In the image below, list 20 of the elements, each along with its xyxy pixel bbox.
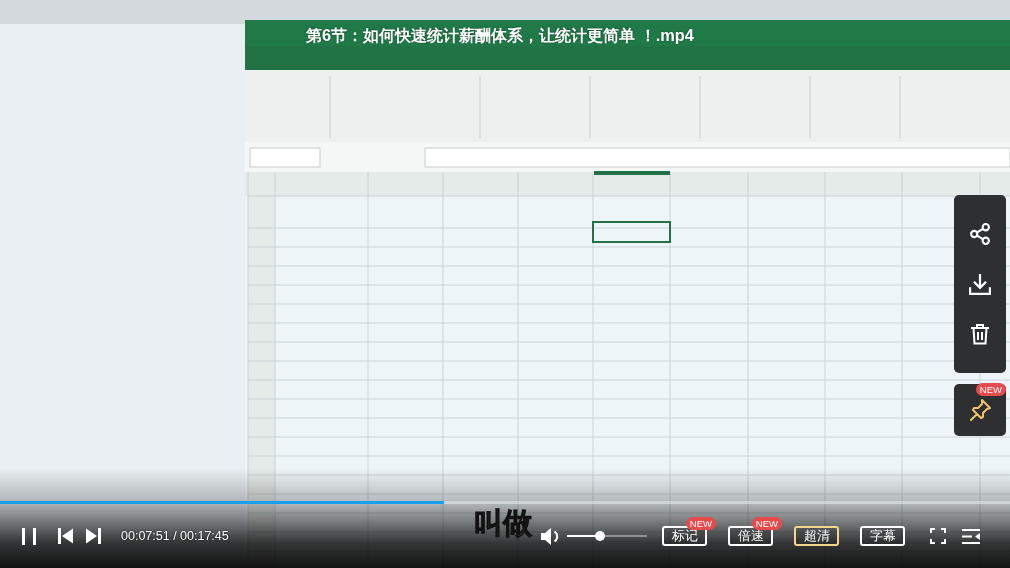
pause-icon[interactable] — [22, 527, 36, 545]
previous-icon[interactable] — [58, 528, 73, 544]
quality-button[interactable]: 超清 — [794, 526, 839, 546]
fullscreen-icon[interactable] — [930, 528, 946, 544]
pin-icon — [969, 399, 991, 421]
subtitle-button[interactable]: 字幕 — [860, 526, 905, 546]
subtitle-text: 叫做 — [474, 506, 532, 540]
trash-icon[interactable] — [969, 323, 991, 345]
progress-track[interactable] — [0, 501, 1010, 504]
pin-button[interactable]: NEW — [954, 384, 1006, 436]
playlist-icon[interactable] — [962, 528, 980, 544]
video-title: 第6节：如何快速统计薪酬体系，让统计更简单 ！.mp4 — [306, 25, 694, 46]
new-badge: NEW — [975, 383, 1006, 396]
volume-slider[interactable] — [567, 530, 647, 542]
volume-thumb[interactable] — [594, 531, 605, 541]
time-display: 00:07:51 / 00:17:45 — [121, 529, 229, 543]
volume-icon[interactable] — [541, 527, 561, 545]
download-icon[interactable] — [969, 273, 991, 295]
next-icon[interactable] — [86, 528, 101, 544]
share-icon[interactable] — [969, 223, 991, 245]
